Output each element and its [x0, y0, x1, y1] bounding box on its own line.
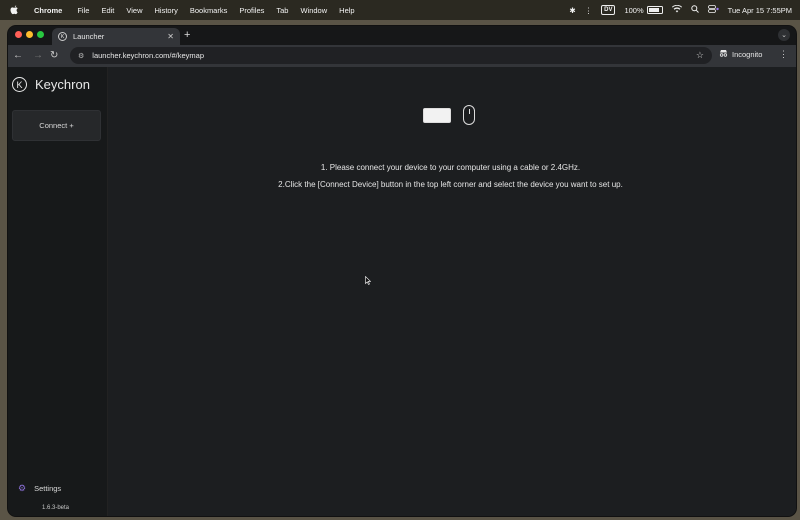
bookmark-star-icon[interactable]: ☆ [696, 50, 704, 61]
close-tab-icon[interactable]: ✕ [167, 32, 174, 41]
loading-icon: ⋮ [584, 5, 593, 15]
minimize-window-button[interactable] [26, 31, 33, 38]
tab-title: Launcher [73, 32, 105, 41]
wifi-icon[interactable] [671, 4, 682, 15]
menu-edit[interactable]: Edit [101, 6, 114, 15]
sidebar: K Keychron Connect + ⚙ Settings 1.6.3-be… [8, 67, 108, 516]
tab-launcher[interactable]: K Launcher ✕ [52, 28, 180, 45]
menu-profiles[interactable]: Profiles [239, 6, 264, 15]
apple-icon[interactable] [10, 5, 20, 16]
input-source-badge[interactable]: DV [601, 5, 616, 15]
zoom-window-button[interactable] [37, 31, 44, 38]
gear-icon: ⚙ [18, 483, 27, 493]
browser-window: K Launcher ✕ + ⌄ ← → ↻ ⚙ launcher.keychr… [8, 26, 796, 516]
mouse-icon [463, 105, 475, 125]
menu-tab[interactable]: Tab [276, 6, 288, 15]
forward-icon[interactable]: → [33, 50, 43, 61]
browser-menu-icon[interactable]: ⋮ [779, 49, 788, 60]
browser-toolbar: ← → ↻ ⚙ launcher.keychron.com/#/keymap ☆… [8, 45, 796, 67]
menubar-status-area: ✱ ⋮ DV 100% Tue Apr 15 7:55PM [569, 4, 792, 15]
tab-search-button[interactable]: ⌄ [778, 29, 790, 41]
reload-icon[interactable]: ↻ [50, 50, 58, 61]
menu-bookmarks[interactable]: Bookmarks [190, 6, 228, 15]
keychron-logo: K Keychron [12, 77, 90, 92]
menubar-app-name[interactable]: Chrome [34, 6, 62, 15]
settings-label: Settings [34, 484, 62, 493]
close-window-button[interactable] [15, 31, 22, 38]
main-panel: 1. Please connect your device to your co… [108, 67, 796, 516]
menu-file[interactable]: File [77, 6, 89, 15]
menu-help[interactable]: Help [339, 6, 354, 15]
back-icon[interactable]: ← [13, 50, 23, 61]
incognito-icon [719, 49, 728, 59]
settings-button[interactable]: ⚙ Settings [18, 483, 61, 494]
instruction-step-2: 2.Click the [Connect Device] button in t… [278, 180, 623, 189]
instruction-step-1: 1. Please connect your device to your co… [320, 163, 581, 172]
menu-view[interactable]: View [126, 6, 142, 15]
url-text[interactable]: launcher.keychron.com/#/keymap [92, 51, 204, 60]
new-tab-button[interactable]: + [184, 29, 190, 41]
mouse-cursor-icon [365, 276, 371, 285]
battery-status[interactable]: 100% [624, 5, 663, 15]
menubar-clock[interactable]: Tue Apr 15 7:55PM [728, 6, 792, 15]
incognito-indicator[interactable]: Incognito [719, 49, 762, 59]
tab-strip: K Launcher ✕ + ⌄ [8, 26, 796, 45]
brand-name: Keychron [35, 77, 90, 92]
launcher-app: K Keychron Connect + ⚙ Settings 1.6.3-be… [8, 67, 796, 516]
menu-window[interactable]: Window [300, 6, 327, 15]
battery-percent: 100% [624, 5, 644, 15]
battery-icon [646, 6, 663, 14]
version-label: 1.6.3-beta [42, 505, 70, 511]
device-illustration [423, 105, 475, 125]
connect-button[interactable]: Connect + [12, 110, 101, 141]
bluetooth-icon[interactable]: ✱ [569, 6, 575, 15]
search-icon[interactable] [690, 5, 699, 15]
address-bar[interactable]: ⚙ launcher.keychron.com/#/keymap ☆ [70, 47, 712, 64]
control-center-icon[interactable] [707, 5, 719, 15]
menu-history[interactable]: History [155, 6, 178, 15]
window-controls [15, 31, 44, 38]
keyboard-icon [423, 107, 451, 123]
keychron-favicon-icon: K [58, 32, 67, 41]
macos-menubar: Chrome File Edit View History Bookmarks … [0, 0, 800, 20]
keychron-logo-icon: K [12, 77, 27, 92]
incognito-label: Incognito [732, 49, 763, 59]
site-info-icon[interactable]: ⚙ [78, 52, 84, 60]
